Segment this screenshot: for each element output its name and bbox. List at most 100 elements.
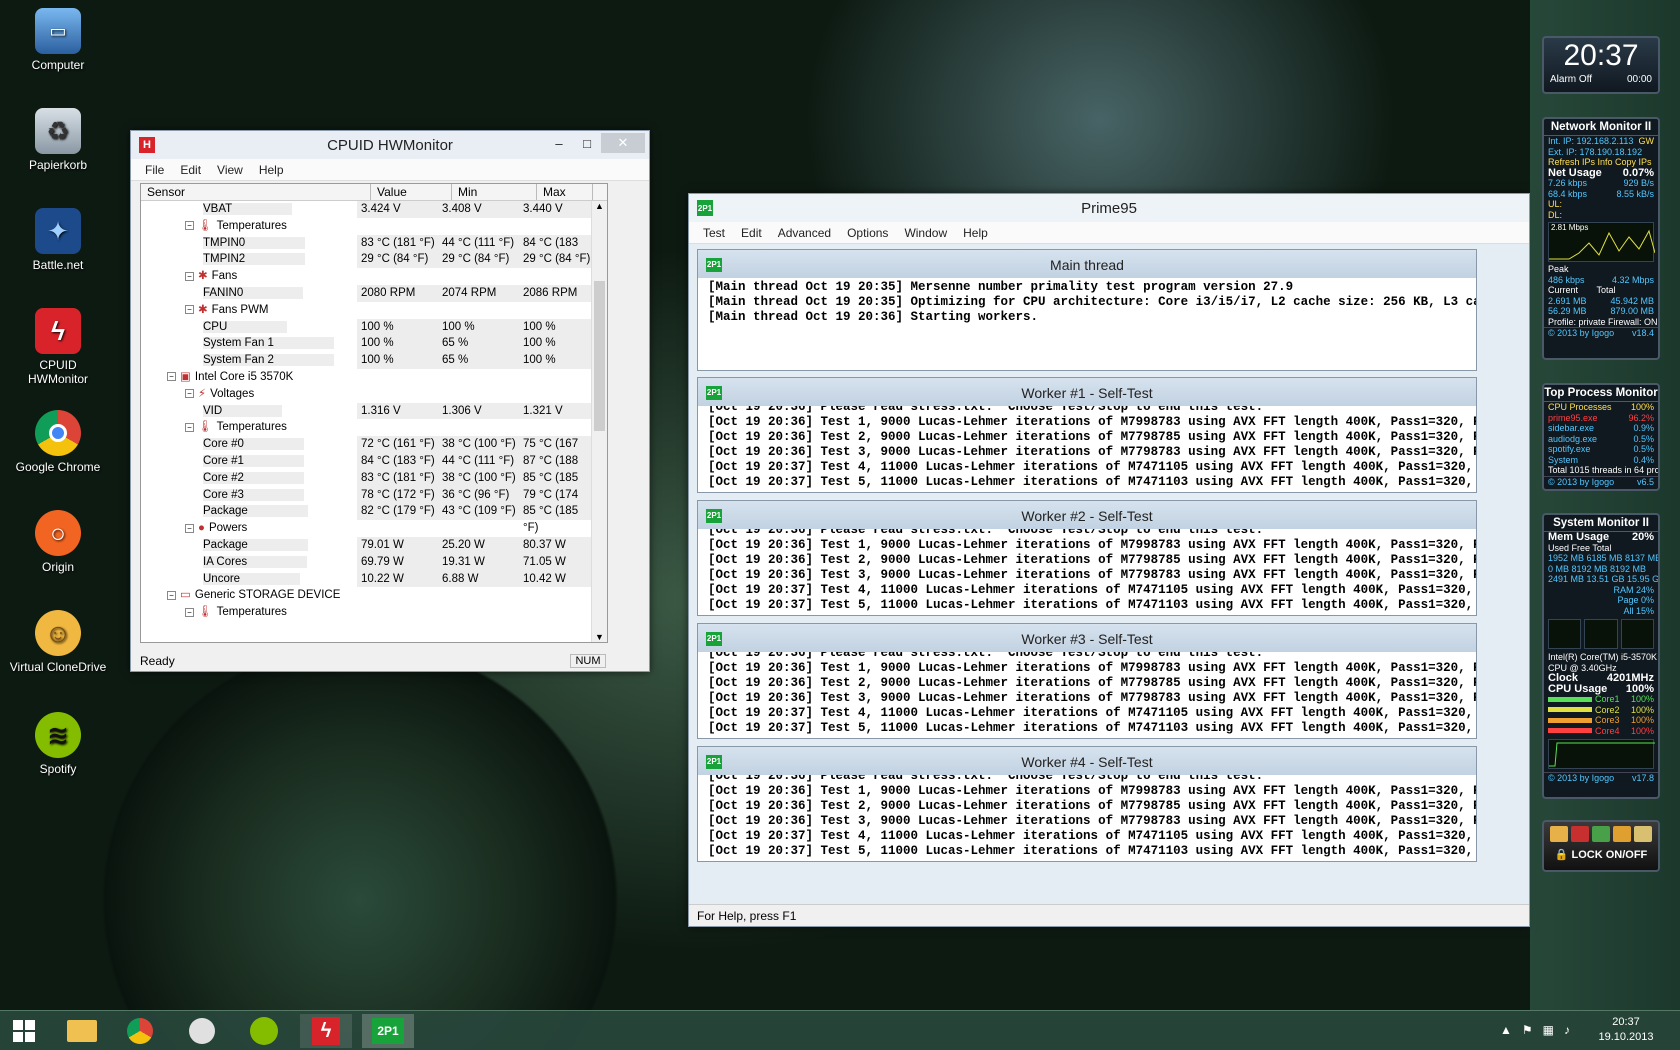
sensor-row[interactable]: VID 1.316 V 1.306 V 1.321 V [141, 402, 607, 420]
action-center-icon[interactable]: ⚑ [1522, 1023, 1533, 1037]
desktop-icon-chrome[interactable]: Google Chrome [8, 410, 108, 474]
show-hidden-icons-icon[interactable]: ▲ [1500, 1023, 1512, 1037]
menu-help[interactable]: Help [955, 226, 996, 240]
settings-icon[interactable] [1592, 826, 1610, 842]
sensor-group-row[interactable]: − ▭ Generic STORAGE DEVICE [141, 587, 607, 604]
sensor-group-row[interactable]: − ✱ Fans [141, 268, 607, 285]
desktop-icon-hwmonitor[interactable]: ϟ CPUID HWMonitor [8, 308, 108, 386]
taskbar-chrome[interactable] [114, 1014, 166, 1048]
menu-edit[interactable]: Edit [172, 163, 209, 177]
desktop-icon-clonedrive[interactable]: ☺ Virtual CloneDrive [8, 610, 108, 674]
scroll-thumb[interactable] [594, 281, 605, 431]
menu-advanced[interactable]: Advanced [770, 226, 839, 240]
taskbar-prime95[interactable]: 2P1 [362, 1014, 414, 1048]
sensor-group-row[interactable]: − ✱ Fans PWM [141, 302, 607, 319]
collapse-toggle-icon[interactable]: − [185, 305, 194, 315]
taskbar-spotify[interactable] [238, 1014, 290, 1048]
sensor-group-row[interactable]: − ⚡ Voltages [141, 386, 607, 403]
sensor-name-cell: CPU [141, 319, 357, 336]
scroll-up-icon[interactable]: ▲ [592, 201, 607, 211]
desktop-icon-computer[interactable]: ▭ Computer [8, 8, 108, 72]
top-process-monitor-gadget[interactable]: Top Process Monitor CPU Processes 100% pri… [1542, 383, 1660, 491]
scroll-down-icon[interactable]: ▼ [592, 632, 607, 642]
collapse-toggle-icon[interactable]: − [185, 221, 194, 231]
lock-toggle[interactable]: LOCK ON/OFF [1571, 849, 1647, 861]
menu-help[interactable]: Help [251, 163, 292, 177]
worker-3-pane[interactable]: 2P1 Worker #3 - Self-Test [Oct 19 20:36] P… [697, 623, 1477, 739]
sensor-row[interactable]: FANIN0 2080 RPM 2074 RPM 2086 RPM [141, 284, 607, 302]
maximize-button[interactable]: □ [573, 133, 601, 153]
desktop-icon-recycle-bin[interactable]: ♻ Papierkorb [8, 108, 108, 172]
sensor-row[interactable]: Core #3 78 °C (172 °F) 36 °C (96 °F) 79 °C … [141, 486, 607, 517]
sensor-row[interactable]: System Fan 1 100 % 65 % 100 % [141, 335, 607, 353]
scrollbar[interactable]: ▲ ▼ [591, 201, 607, 642]
menu-view[interactable]: View [209, 163, 251, 177]
sensor-header: Sensor Value Min Max [141, 184, 607, 201]
sensor-group-row[interactable]: − 🌡 Temperatures [141, 218, 607, 235]
sensor-row[interactable]: IA Cores 69.79 W 19.31 W 71.05 W [141, 553, 607, 571]
clock-gadget[interactable]: 20:37 Alarm Off 00:00 [1542, 36, 1660, 94]
start-button[interactable] [0, 1014, 48, 1048]
taskbar-explorer[interactable] [56, 1014, 108, 1048]
menu-edit[interactable]: Edit [733, 226, 770, 240]
process-name: spotify.exe [1548, 444, 1591, 454]
close-button[interactable]: ✕ [601, 133, 645, 153]
desktop-icon-origin[interactable]: ○ Origin [8, 510, 108, 574]
sensor-row[interactable]: Package 79.01 W 25.20 W 80.37 W [141, 536, 607, 554]
sensor-row[interactable]: VBAT 3.424 V 3.408 V 3.440 V [141, 201, 607, 218]
sensor-row[interactable]: Package 82 °C (179 °F) 43 °C (109 °F) 85 °C… [141, 503, 607, 534]
sensor-label: Uncore [203, 572, 301, 585]
taskbar-clock[interactable]: 20:37 19.10.2013 [1586, 1015, 1666, 1045]
sensor-row[interactable]: CPU 100 % 100 % 100 % [141, 318, 607, 336]
sensor-group-row[interactable]: − 🌡 Temperatures [141, 604, 607, 621]
gadget-footer-link[interactable]: © 2013 by Igogo [1548, 773, 1614, 783]
column-sensor[interactable]: Sensor [141, 184, 371, 200]
menu-file[interactable]: File [137, 163, 172, 177]
column-value[interactable]: Value [371, 184, 452, 200]
worker-4-pane[interactable]: 2P1 Worker #4 - Self-Test [Oct 19 20:36] P… [697, 746, 1477, 862]
sensor-row[interactable]: TMPIN2 29 °C (84 °F) 29 °C (84 °F) 29 °C (8… [141, 251, 607, 269]
gadget-footer-link[interactable]: © 2013 by Igogo [1548, 477, 1614, 487]
hwmonitor-titlebar[interactable]: H CPUID HWMonitor – □ ✕ [131, 131, 649, 159]
power-icon[interactable] [1571, 826, 1589, 842]
folder-icon[interactable] [1550, 826, 1568, 842]
collapse-toggle-icon[interactable]: − [185, 523, 194, 533]
sensor-row[interactable]: Core #1 84 °C (183 °F) 44 °C (111 °F) 87 °C… [141, 452, 607, 484]
lock-gadget[interactable]: 🔒 LOCK ON/OFF [1542, 820, 1660, 872]
system-monitor-gadget[interactable]: System Monitor II Mem Usage 20% Used Fre… [1542, 513, 1660, 799]
column-max[interactable]: Max [537, 184, 593, 200]
volume-icon[interactable]: ♪ [1564, 1023, 1570, 1037]
minimize-button[interactable]: – [545, 133, 573, 153]
network-icon[interactable]: ▦ [1543, 1023, 1554, 1037]
sensor-row[interactable]: Core #2 83 °C (181 °F) 38 °C (100 °F) 85 °C… [141, 469, 607, 501]
document-icon[interactable] [1634, 826, 1652, 842]
collapse-toggle-icon[interactable]: − [167, 372, 176, 382]
gadget-footer-link[interactable]: © 2013 by Igogo [1548, 328, 1614, 338]
sensor-group-row[interactable]: − 🌡 Temperatures [141, 419, 607, 436]
collapse-toggle-icon[interactable]: − [185, 389, 194, 399]
sensor-row[interactable]: Uncore 10.22 W 6.88 W 10.42 W [141, 570, 607, 588]
collapse-toggle-icon[interactable]: − [167, 590, 176, 600]
collapse-toggle-icon[interactable]: − [185, 271, 194, 281]
key-icon[interactable] [1613, 826, 1631, 842]
sensor-row[interactable]: System Fan 2 100 % 65 % 100 % [141, 352, 607, 369]
sensor-row[interactable]: Core #0 72 °C (161 °F) 38 °C (100 °F) 75 °C… [141, 436, 607, 467]
taskbar-hwmonitor[interactable]: ϟ [300, 1014, 352, 1048]
column-min[interactable]: Min [452, 184, 537, 200]
menu-options[interactable]: Options [839, 226, 896, 240]
sensor-row[interactable]: TMPIN0 83 °C (181 °F) 44 °C (111 °F) 84 °C … [141, 234, 607, 265]
collapse-toggle-icon[interactable]: − [185, 607, 194, 617]
menu-test[interactable]: Test [695, 226, 733, 240]
sensor-tree[interactable]: Sensor Value Min Max VBAT 3.424 V 3.408 V3… [140, 183, 608, 643]
collapse-toggle-icon[interactable]: − [185, 422, 194, 432]
desktop-icon-spotify[interactable]: ≋ Spotify [8, 712, 108, 776]
taskbar-app[interactable] [176, 1014, 228, 1048]
desktop-icon-battlenet[interactable]: ✦ Battle.net [8, 208, 108, 272]
prime95-titlebar[interactable]: 2P1 Prime95 [689, 194, 1529, 222]
worker-2-pane[interactable]: 2P1 Worker #2 - Self-Test [Oct 19 20:36] P… [697, 500, 1477, 616]
worker-1-pane[interactable]: 2P1 Worker #1 - Self-Test [Oct 19 20:36] P… [697, 377, 1477, 493]
main-thread-pane[interactable]: 2P1 Main thread [Main thread Oct 19 20:3… [697, 249, 1477, 371]
network-monitor-gadget[interactable]: Network Monitor II Int. IP: 192.168.2.11… [1542, 117, 1660, 360]
sensor-group-row[interactable]: − ▣ Intel Core i5 3570K [141, 369, 607, 386]
menu-window[interactable]: Window [896, 226, 955, 240]
